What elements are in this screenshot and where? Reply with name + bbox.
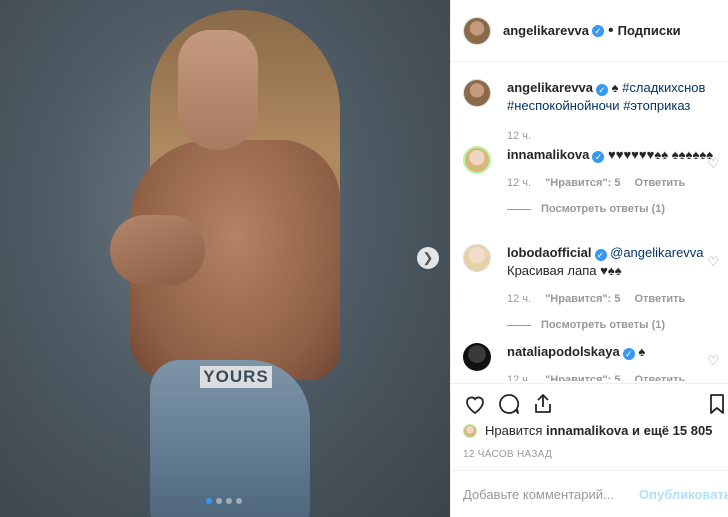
photo-arm xyxy=(110,215,205,285)
liker-avatar[interactable] xyxy=(463,423,477,438)
reply-button[interactable]: Ответить xyxy=(634,174,685,192)
caption: angelikarevva ✓ ♠ #сладкихснов #неспокойн… xyxy=(463,79,721,145)
comment-likes[interactable]: "Нравится": 5 xyxy=(545,290,620,308)
likes-summary: Нравится innamalikova и ещё 15 805 xyxy=(463,423,712,438)
comment-item: lobodaofficial ✓ @angelikarevva Красивая … xyxy=(463,244,721,334)
caption-time[interactable]: 12 ч. xyxy=(507,127,531,145)
add-comment-form: Опубликовать xyxy=(451,470,728,517)
caption-avatar[interactable] xyxy=(463,79,491,107)
view-replies-button[interactable]: Посмотреть ответы (1) xyxy=(507,316,721,334)
comment-likes[interactable]: "Нравится": 5 xyxy=(545,174,620,192)
chevron-right-icon: ❯ xyxy=(422,250,434,265)
header-separator: • xyxy=(608,21,614,39)
commenter-username[interactable]: nataliapodolskaya xyxy=(507,344,620,359)
view-replies-label: Посмотреть ответы (1) xyxy=(541,319,666,331)
replies-divider xyxy=(507,324,531,326)
following-button[interactable]: Подписки xyxy=(618,23,681,38)
comment-icon[interactable] xyxy=(497,392,521,416)
verified-badge-icon: ✓ xyxy=(594,249,607,261)
comment-item: nataliapodolskaya ✓ ♠ 12 ч. "Нравится": 5… xyxy=(463,343,721,381)
commenter-avatar[interactable] xyxy=(463,146,491,174)
comment-text: ♥♥♥♥♥♥♠♠ ♠♠♠♠♠♠ xyxy=(608,147,714,162)
hashtag-link[interactable]: #неспокойнойночи xyxy=(507,98,620,113)
hashtag-link[interactable]: #сладкихснов xyxy=(622,80,705,95)
post-actions-bar xyxy=(451,383,728,423)
commenter-avatar[interactable] xyxy=(463,343,491,371)
publish-button[interactable]: Опубликовать xyxy=(639,487,728,502)
post-photo[interactable]: YOURS ❯ xyxy=(0,0,450,517)
comments-list[interactable]: angelikarevva ✓ ♠ #сладкихснов #неспокойн… xyxy=(451,63,728,381)
comment-item: innamalikova ✓ ♥♥♥♥♥♥♠♠ ♠♠♠♠♠♠ 12 ч. "Нра… xyxy=(463,146,721,218)
view-replies-button[interactable]: Посмотреть ответы (1) xyxy=(507,200,721,218)
replies-divider xyxy=(507,208,531,210)
comment-text: ♠ xyxy=(638,344,646,359)
mention-link[interactable]: @angelikarevva xyxy=(610,245,703,260)
comment-likes[interactable]: "Нравится": 5 xyxy=(545,371,620,381)
verified-badge-icon: ✓ xyxy=(592,151,605,163)
hashtag-link[interactable]: #этоприказ xyxy=(623,98,690,113)
reply-button[interactable]: Ответить xyxy=(634,371,685,381)
bookmark-icon[interactable] xyxy=(705,392,728,416)
photo-waistband-text: YOURS xyxy=(200,366,272,388)
like-comment-heart-icon[interactable]: ♡ xyxy=(707,254,719,270)
verified-badge-icon: ✓ xyxy=(592,24,605,37)
like-comment-heart-icon[interactable]: ♡ xyxy=(707,353,719,369)
verified-badge-icon: ✓ xyxy=(622,348,635,360)
commenter-avatar[interactable] xyxy=(463,244,491,272)
verified-badge-icon: ✓ xyxy=(596,84,609,96)
comment-time[interactable]: 12 ч. xyxy=(507,290,531,308)
reply-button[interactable]: Ответить xyxy=(634,290,685,308)
post-timestamp[interactable]: 12 ЧАСОВ НАЗАД xyxy=(463,449,552,460)
like-comment-heart-icon[interactable]: ♡ xyxy=(707,156,719,172)
heart-icon[interactable] xyxy=(463,392,487,416)
comment-time[interactable]: 12 ч. xyxy=(507,174,531,192)
commenter-username[interactable]: lobodaofficial xyxy=(507,245,592,260)
view-replies-label: Посмотреть ответы (1) xyxy=(541,203,666,215)
caption-username[interactable]: angelikarevva xyxy=(507,80,593,95)
photo-face xyxy=(178,30,258,150)
likes-count-link[interactable]: и ещё 15 805 xyxy=(632,423,712,438)
author-avatar[interactable] xyxy=(463,16,491,45)
comment-input[interactable] xyxy=(463,486,639,502)
liker-username[interactable]: innamalikova xyxy=(546,423,628,438)
carousel-next-button[interactable]: ❯ xyxy=(417,247,439,269)
carousel-dots xyxy=(206,498,242,504)
carousel-dot xyxy=(226,498,232,504)
comment-time[interactable]: 12 ч. xyxy=(507,371,531,381)
carousel-dot xyxy=(206,498,212,504)
caption-text: ♠ xyxy=(611,80,619,95)
carousel-dot xyxy=(236,498,242,504)
post-sidebar: angelikarevva ✓ • Подписки angelikarevva… xyxy=(450,0,728,517)
carousel-dot xyxy=(216,498,222,504)
comment-text: Красивая лапа ♥♠♠ xyxy=(507,263,622,278)
likes-prefix: Нравится xyxy=(485,423,543,438)
commenter-username[interactable]: innamalikova xyxy=(507,147,589,162)
post-header: angelikarevva ✓ • Подписки xyxy=(451,0,728,62)
author-username[interactable]: angelikarevva xyxy=(503,23,589,38)
share-icon[interactable] xyxy=(531,392,555,416)
